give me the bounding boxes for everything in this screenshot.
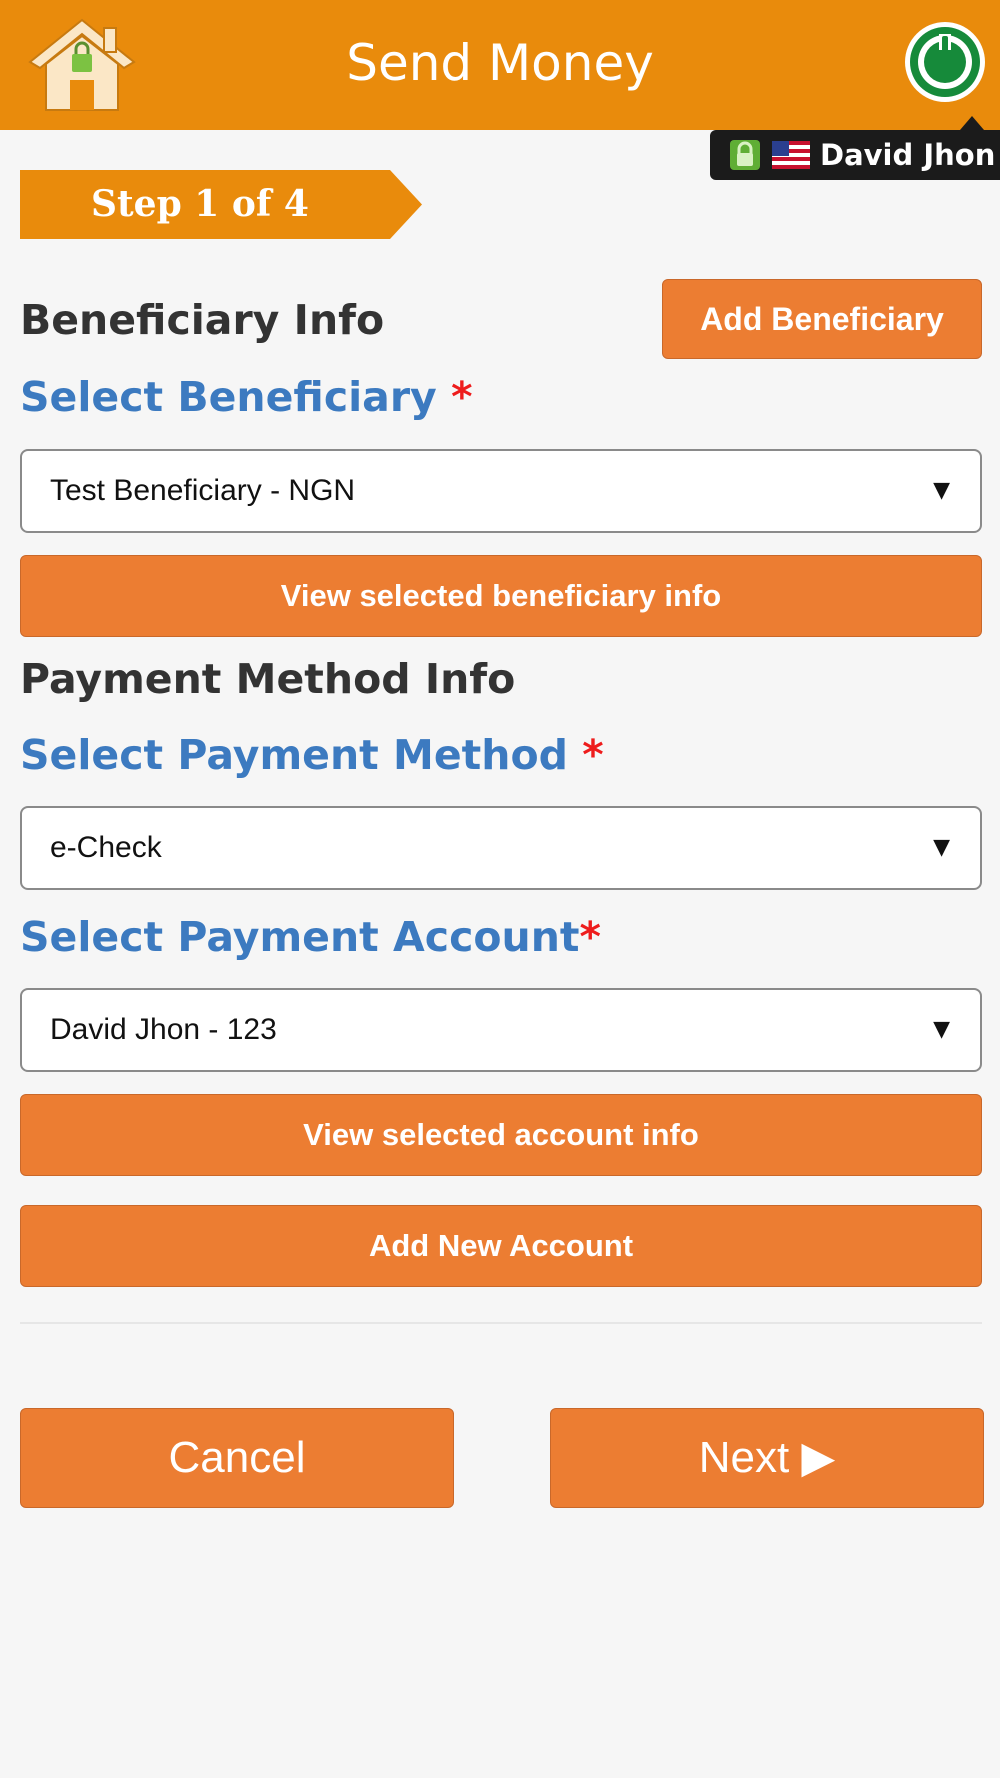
payment-section-title: Payment Method Info <box>20 655 516 703</box>
select-payment-account-label: Select Payment Account* <box>20 912 601 962</box>
chevron-down-icon: ▼ <box>933 478 950 503</box>
beneficiary-section-title: Beneficiary Info <box>20 296 385 344</box>
beneficiary-select[interactable]: Test Beneficiary - NGN ▼ <box>20 449 982 533</box>
add-beneficiary-button[interactable]: Add Beneficiary <box>662 279 982 359</box>
payment-account-select-value: David Jhon - 123 <box>50 1013 277 1046</box>
step-indicator: Step 1 of 4 <box>20 170 422 239</box>
required-asterisk: * <box>579 913 601 961</box>
select-payment-method-label-text: Select Payment Method <box>20 731 568 779</box>
required-asterisk: * <box>451 373 473 421</box>
user-badge: David Jhon <box>710 116 1000 180</box>
beneficiary-select-value: Test Beneficiary - NGN <box>50 474 356 507</box>
select-beneficiary-label-text: Select Beneficiary <box>20 373 437 421</box>
view-beneficiary-button[interactable]: View selected beneficiary info <box>20 555 982 637</box>
select-beneficiary-label: Select Beneficiary * <box>20 372 473 422</box>
add-new-account-button[interactable]: Add New Account <box>20 1205 982 1287</box>
payment-method-select[interactable]: e-Check ▼ <box>20 806 982 890</box>
lock-icon <box>730 140 760 170</box>
chevron-down-icon: ▼ <box>933 835 950 860</box>
page-title: Send Money <box>346 34 654 92</box>
step-label: Step 1 of 4 <box>91 183 309 225</box>
view-account-button[interactable]: View selected account info <box>20 1094 982 1176</box>
us-flag-icon <box>772 141 810 169</box>
chevron-down-icon: ▼ <box>933 1017 950 1042</box>
power-icon[interactable] <box>903 20 987 104</box>
cancel-button[interactable]: Cancel <box>20 1408 454 1508</box>
user-name: David Jhon <box>820 138 996 172</box>
next-button[interactable]: Next ▶ <box>550 1408 984 1508</box>
select-payment-account-label-text: Select Payment Account <box>20 913 580 961</box>
divider <box>20 1322 982 1324</box>
select-payment-method-label: Select Payment Method * <box>20 730 604 780</box>
payment-method-select-value: e-Check <box>50 831 162 864</box>
app-header: Send Money <box>0 0 1000 130</box>
payment-account-select[interactable]: David Jhon - 123 ▼ <box>20 988 982 1072</box>
required-asterisk: * <box>582 731 604 779</box>
